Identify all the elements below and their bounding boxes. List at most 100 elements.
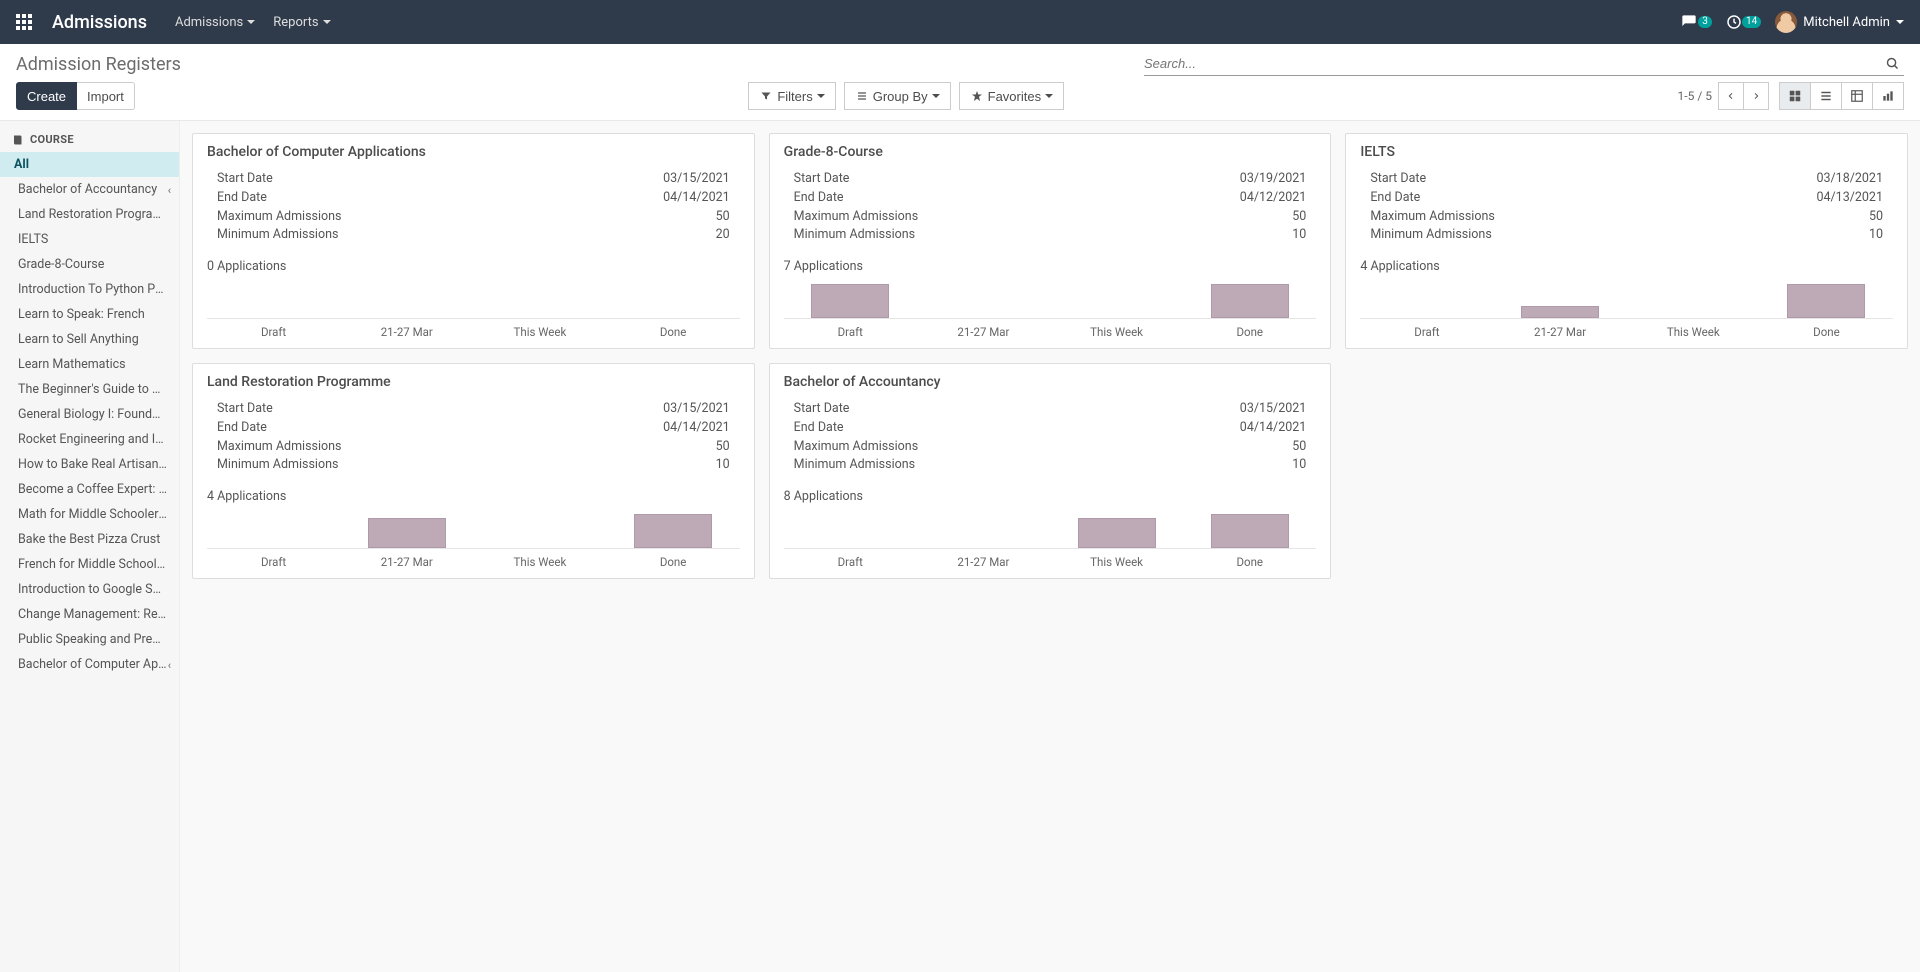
- chart-label: 21-27 Mar: [340, 555, 473, 569]
- favorites-button[interactable]: Favorites: [959, 82, 1064, 110]
- field-label: Minimum Admissions: [794, 226, 915, 245]
- top-navbar: Admissions Admissions Reports 3 14 Mitch…: [0, 0, 1920, 44]
- import-button[interactable]: Import: [77, 82, 135, 110]
- field-row: Start Date03/15/2021: [217, 400, 730, 419]
- chart-label: This Week: [1050, 555, 1183, 569]
- nav-reports[interactable]: Reports: [273, 15, 330, 30]
- view-graph[interactable]: [1873, 82, 1904, 110]
- sidebar-item[interactable]: Learn to Speak: French: [0, 302, 179, 327]
- create-button[interactable]: Create: [16, 82, 77, 110]
- field-label: End Date: [794, 419, 844, 438]
- field-value: 04/12/2021: [1240, 189, 1307, 208]
- apps-icon[interactable]: [16, 14, 32, 30]
- chevron-down-icon: [247, 20, 255, 24]
- user-menu[interactable]: Mitchell Admin: [1775, 11, 1904, 33]
- field-value: 50: [716, 208, 730, 227]
- field-value: 03/15/2021: [663, 170, 730, 189]
- kanban-card[interactable]: IELTS Start Date03/18/2021End Date04/13/2…: [1345, 133, 1908, 349]
- sidebar-item[interactable]: General Biology I: Foundatio…: [0, 402, 179, 427]
- field-label: Maximum Admissions: [217, 438, 342, 457]
- sidebar-item[interactable]: Rocket Engineering and Inte…: [0, 427, 179, 452]
- mini-chart: Draft21-27 MarThis WeekDone: [784, 276, 1317, 342]
- field-value: 04/14/2021: [663, 189, 730, 208]
- field-row: Minimum Admissions10: [217, 456, 730, 475]
- chart-label: This Week: [1627, 325, 1760, 339]
- field-row: Maximum Admissions50: [794, 208, 1307, 227]
- field-value: 03/18/2021: [1816, 170, 1883, 189]
- field-label: Minimum Admissions: [217, 226, 338, 245]
- sidebar-item[interactable]: Public Speaking and Present…: [0, 627, 179, 652]
- chart-label: Draft: [784, 555, 917, 569]
- nav-admissions[interactable]: Admissions: [175, 15, 255, 30]
- star-icon: [970, 89, 984, 103]
- chevron-down-icon: [932, 94, 940, 98]
- sidebar-item[interactable]: Change Management: Real …: [0, 602, 179, 627]
- field-value: 50: [716, 438, 730, 457]
- search-icon[interactable]: [1881, 56, 1904, 71]
- field-row: Maximum Admissions50: [1370, 208, 1883, 227]
- applications-count: 0 Applications: [207, 259, 740, 274]
- kanban-card[interactable]: Bachelor of AccountancyStart Date03/15/2…: [769, 363, 1332, 579]
- kanban-area: Bachelor of Computer Applications Start D…: [180, 121, 1920, 972]
- sidebar-item[interactable]: Introduction to Google Sheets: [0, 577, 179, 602]
- sidebar-item[interactable]: Bake the Best Pizza Crust: [0, 527, 179, 552]
- card-title: Bachelor of Computer Applications: [207, 144, 740, 160]
- applications-count: 7 Applications: [784, 259, 1317, 274]
- filter-icon: [759, 89, 773, 103]
- field-value: 04/14/2021: [1240, 419, 1307, 438]
- view-list[interactable]: [1811, 82, 1842, 110]
- activities-icon[interactable]: 14: [1726, 14, 1761, 30]
- search-bar[interactable]: [1144, 52, 1904, 76]
- field-row: End Date04/13/2021: [1370, 189, 1883, 208]
- avatar: [1775, 11, 1797, 33]
- search-input[interactable]: [1144, 52, 1881, 75]
- chart-label: 21-27 Mar: [917, 555, 1050, 569]
- view-pivot[interactable]: [1842, 82, 1873, 110]
- sidebar-item[interactable]: All: [0, 152, 179, 177]
- field-label: Maximum Admissions: [794, 438, 919, 457]
- chevron-down-icon: [323, 20, 331, 24]
- field-row: Start Date03/18/2021: [1370, 170, 1883, 189]
- chart-label: Done: [607, 325, 740, 339]
- chart-bar: [811, 284, 889, 318]
- sidebar-item[interactable]: Bachelor of Computer Ap…‹: [0, 652, 179, 677]
- messages-badge: 3: [1698, 16, 1712, 28]
- sidebar-item[interactable]: Introduction To Python Progr…: [0, 277, 179, 302]
- mini-chart: Draft21-27 MarThis WeekDone: [1360, 276, 1893, 342]
- sidebar-item[interactable]: Learn to Sell Anything: [0, 327, 179, 352]
- chart-bar: [1211, 514, 1289, 548]
- sidebar-item[interactable]: Grade-8-Course: [0, 252, 179, 277]
- sidebar-item[interactable]: IELTS: [0, 227, 179, 252]
- card-title: IELTS: [1360, 144, 1893, 160]
- field-row: End Date04/14/2021: [217, 189, 730, 208]
- filters-button[interactable]: Filters: [748, 82, 835, 110]
- field-value: 10: [1869, 226, 1883, 245]
- sidebar-item[interactable]: French for Middle Schoolers: [0, 552, 179, 577]
- kanban-card[interactable]: Land Restoration Programme Start Date03/1…: [192, 363, 755, 579]
- sidebar-item[interactable]: Learn Mathematics: [0, 352, 179, 377]
- sidebar-item[interactable]: The Beginner's Guide to Veg…: [0, 377, 179, 402]
- sidebar-item[interactable]: Bachelor of Accountancy‹: [0, 177, 179, 202]
- card-title: Land Restoration Programme: [207, 374, 740, 390]
- sidebar-item[interactable]: How to Bake Real Artisan Br…: [0, 452, 179, 477]
- view-kanban[interactable]: [1779, 82, 1811, 110]
- group-by-button[interactable]: Group By: [844, 82, 951, 110]
- messages-icon[interactable]: 3: [1680, 14, 1712, 30]
- sidebar-item[interactable]: Land Restoration Programme: [0, 202, 179, 227]
- sidebar-item[interactable]: Become a Coffee Expert: Ho…: [0, 477, 179, 502]
- field-label: Maximum Admissions: [1370, 208, 1495, 227]
- pager-next[interactable]: [1744, 82, 1769, 110]
- field-row: Start Date03/15/2021: [794, 400, 1307, 419]
- field-row: End Date 04/14/2021: [794, 419, 1307, 438]
- field-label: Minimum Admissions: [1370, 226, 1491, 245]
- field-value: 10: [1292, 226, 1306, 245]
- kanban-card[interactable]: Grade-8-CourseStart Date03/19/2021End Da…: [769, 133, 1332, 349]
- field-value: 04/13/2021: [1816, 189, 1883, 208]
- kanban-card[interactable]: Bachelor of Computer ApplicationsStart D…: [192, 133, 755, 349]
- field-row: Minimum Admissions 20: [217, 226, 730, 245]
- field-value: 20: [716, 226, 730, 245]
- sidebar-item[interactable]: Math for Middle Schoolers: S…: [0, 502, 179, 527]
- card-title: Grade-8-Course: [784, 144, 1317, 160]
- pager-prev[interactable]: [1718, 82, 1744, 110]
- field-label: End Date: [217, 419, 267, 438]
